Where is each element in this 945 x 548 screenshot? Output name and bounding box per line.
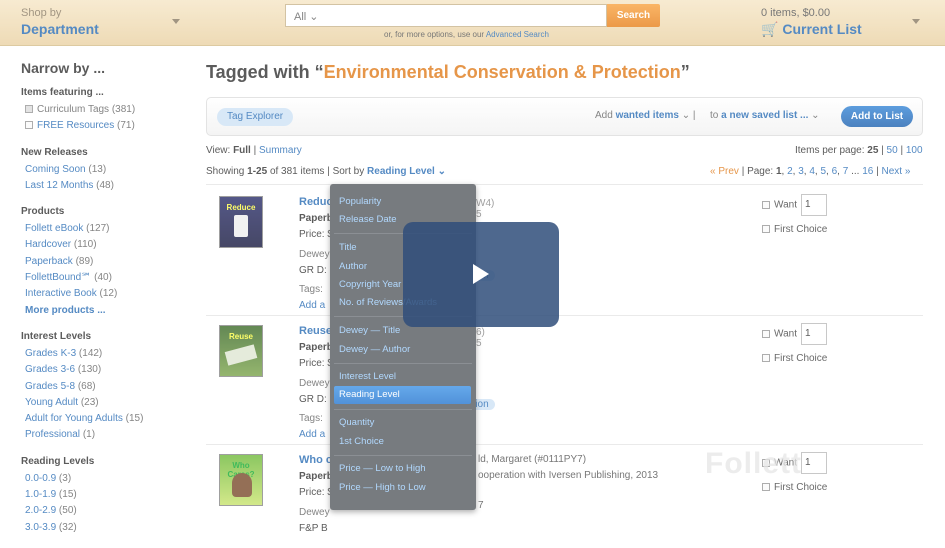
play-icon [473, 264, 489, 284]
play-button[interactable] [403, 222, 559, 327]
follett-watermark: Follett [705, 447, 802, 480]
